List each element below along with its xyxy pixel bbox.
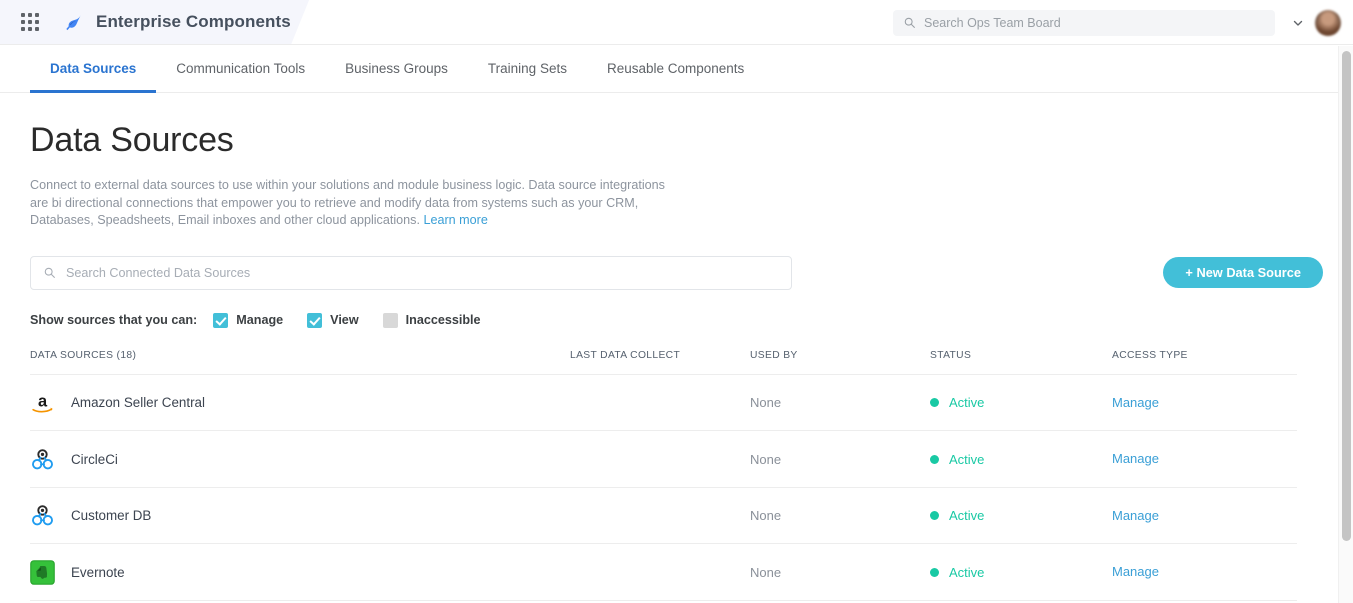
filter-inaccessible-label: Inaccessible <box>406 313 481 327</box>
search-icon <box>903 16 916 29</box>
search-placeholder: Search Connected Data Sources <box>66 266 250 280</box>
page-content: Data Sources Connect to external data so… <box>0 93 1353 602</box>
global-search-placeholder: Search Ops Team Board <box>924 16 1061 30</box>
learn-more-link[interactable]: Learn more <box>423 213 487 227</box>
manage-link[interactable]: Manage <box>1112 451 1159 466</box>
filter-manage-label: Manage <box>236 313 283 327</box>
circleci-icon <box>30 503 55 528</box>
vertical-scrollbar[interactable] <box>1338 46 1353 603</box>
brand-leaf-icon <box>62 11 84 33</box>
filter-manage[interactable]: Manage <box>213 313 283 328</box>
tab-reusable-components[interactable]: Reusable Components <box>587 45 764 92</box>
main-tabs: Data Sources Communication Tools Busines… <box>0 45 1353 93</box>
status-cell: Active <box>930 452 1112 467</box>
page-description: Connect to external data sources to use … <box>30 177 670 230</box>
data-source-name: Evernote <box>71 565 125 580</box>
filters-label: Show sources that you can: <box>30 313 197 327</box>
chevron-down-icon[interactable] <box>1291 16 1305 30</box>
used-by-value: None <box>750 565 930 580</box>
new-data-source-button[interactable]: + New Data Source <box>1163 257 1323 288</box>
tab-label: Communication Tools <box>176 61 305 76</box>
amazon-icon: a <box>30 390 55 415</box>
svg-text:a: a <box>38 392 48 410</box>
column-header-data-sources: DATA SOURCES (18) <box>30 350 570 361</box>
status-dot-icon <box>930 511 939 520</box>
status-badge: Active <box>949 395 984 410</box>
data-source-cell: Evernote <box>30 560 570 585</box>
tab-label: Business Groups <box>345 61 448 76</box>
search-input[interactable]: Search Connected Data Sources <box>30 256 792 290</box>
status-dot-icon <box>930 455 939 464</box>
checkbox-inaccessible[interactable] <box>383 313 398 328</box>
column-header-last-data-collect: LAST DATA COLLECT <box>570 350 750 361</box>
data-source-name: Amazon Seller Central <box>71 395 205 410</box>
access-type-cell: Manage <box>1112 450 1297 468</box>
tab-label: Data Sources <box>50 61 136 76</box>
toolbar: Search Connected Data Sources + New Data… <box>30 256 1323 290</box>
brand[interactable]: Enterprise Components <box>62 11 291 33</box>
data-source-cell: a Amazon Seller Central <box>30 390 570 415</box>
page-description-text: Connect to external data sources to use … <box>30 178 665 227</box>
column-header-access-type: ACCESS TYPE <box>1112 350 1297 361</box>
tab-communication-tools[interactable]: Communication Tools <box>156 45 325 92</box>
table-row[interactable]: CircleCi None Active Manage <box>30 431 1297 488</box>
status-cell: Active <box>930 395 1112 410</box>
access-type-cell: Manage <box>1112 563 1297 581</box>
circleci-icon <box>30 447 55 472</box>
status-dot-icon <box>930 568 939 577</box>
global-search-input[interactable]: Search Ops Team Board <box>893 10 1275 36</box>
header-right-cluster: Search Ops Team Board <box>893 0 1353 45</box>
app-header: Enterprise Components Search Ops Team Bo… <box>0 0 1353 45</box>
status-cell: Active <box>930 508 1112 523</box>
manage-link[interactable]: Manage <box>1112 395 1159 410</box>
status-badge: Active <box>949 508 984 523</box>
data-source-cell: CircleCi <box>30 447 570 472</box>
tab-data-sources[interactable]: Data Sources <box>30 45 156 92</box>
data-source-cell: Customer DB <box>30 503 570 528</box>
tab-label: Reusable Components <box>607 61 744 76</box>
used-by-value: None <box>750 395 930 410</box>
status-cell: Active <box>930 565 1112 580</box>
status-dot-icon <box>930 398 939 407</box>
data-source-name: Customer DB <box>71 508 151 523</box>
tab-business-groups[interactable]: Business Groups <box>325 45 468 92</box>
column-header-used-by: USED BY <box>750 350 930 361</box>
status-badge: Active <box>949 565 984 580</box>
table-header-row: DATA SOURCES (18) LAST DATA COLLECT USED… <box>30 350 1297 375</box>
filter-view-label: View <box>330 313 358 327</box>
table-row[interactable]: Customer DB None Active Manage <box>30 488 1297 545</box>
data-sources-table: DATA SOURCES (18) LAST DATA COLLECT USED… <box>30 350 1297 601</box>
manage-link[interactable]: Manage <box>1112 564 1159 579</box>
table-row[interactable]: a Amazon Seller Central None Active Mana… <box>30 375 1297 432</box>
evernote-icon <box>30 560 55 585</box>
checkbox-view[interactable] <box>307 313 322 328</box>
table-row[interactable]: Evernote None Active Manage <box>30 544 1297 601</box>
access-type-cell: Manage <box>1112 507 1297 525</box>
page-title: Data Sources <box>30 121 1323 160</box>
used-by-value: None <box>750 508 930 523</box>
filter-view[interactable]: View <box>307 313 358 328</box>
manage-link[interactable]: Manage <box>1112 508 1159 523</box>
apps-grid-icon[interactable] <box>20 12 40 32</box>
scrollbar-thumb[interactable] <box>1342 51 1351 541</box>
checkbox-manage[interactable] <box>213 313 228 328</box>
status-badge: Active <box>949 452 984 467</box>
filter-inaccessible[interactable]: Inaccessible <box>383 313 481 328</box>
tab-training-sets[interactable]: Training Sets <box>468 45 587 92</box>
tab-label: Training Sets <box>488 61 567 76</box>
access-filters: Show sources that you can: Manage View I… <box>30 313 1323 328</box>
search-icon <box>43 266 56 279</box>
column-header-status: STATUS <box>930 350 1112 361</box>
brand-title: Enterprise Components <box>96 12 291 32</box>
used-by-value: None <box>750 452 930 467</box>
avatar[interactable] <box>1315 10 1341 36</box>
access-type-cell: Manage <box>1112 394 1297 412</box>
data-source-name: CircleCi <box>71 452 118 467</box>
